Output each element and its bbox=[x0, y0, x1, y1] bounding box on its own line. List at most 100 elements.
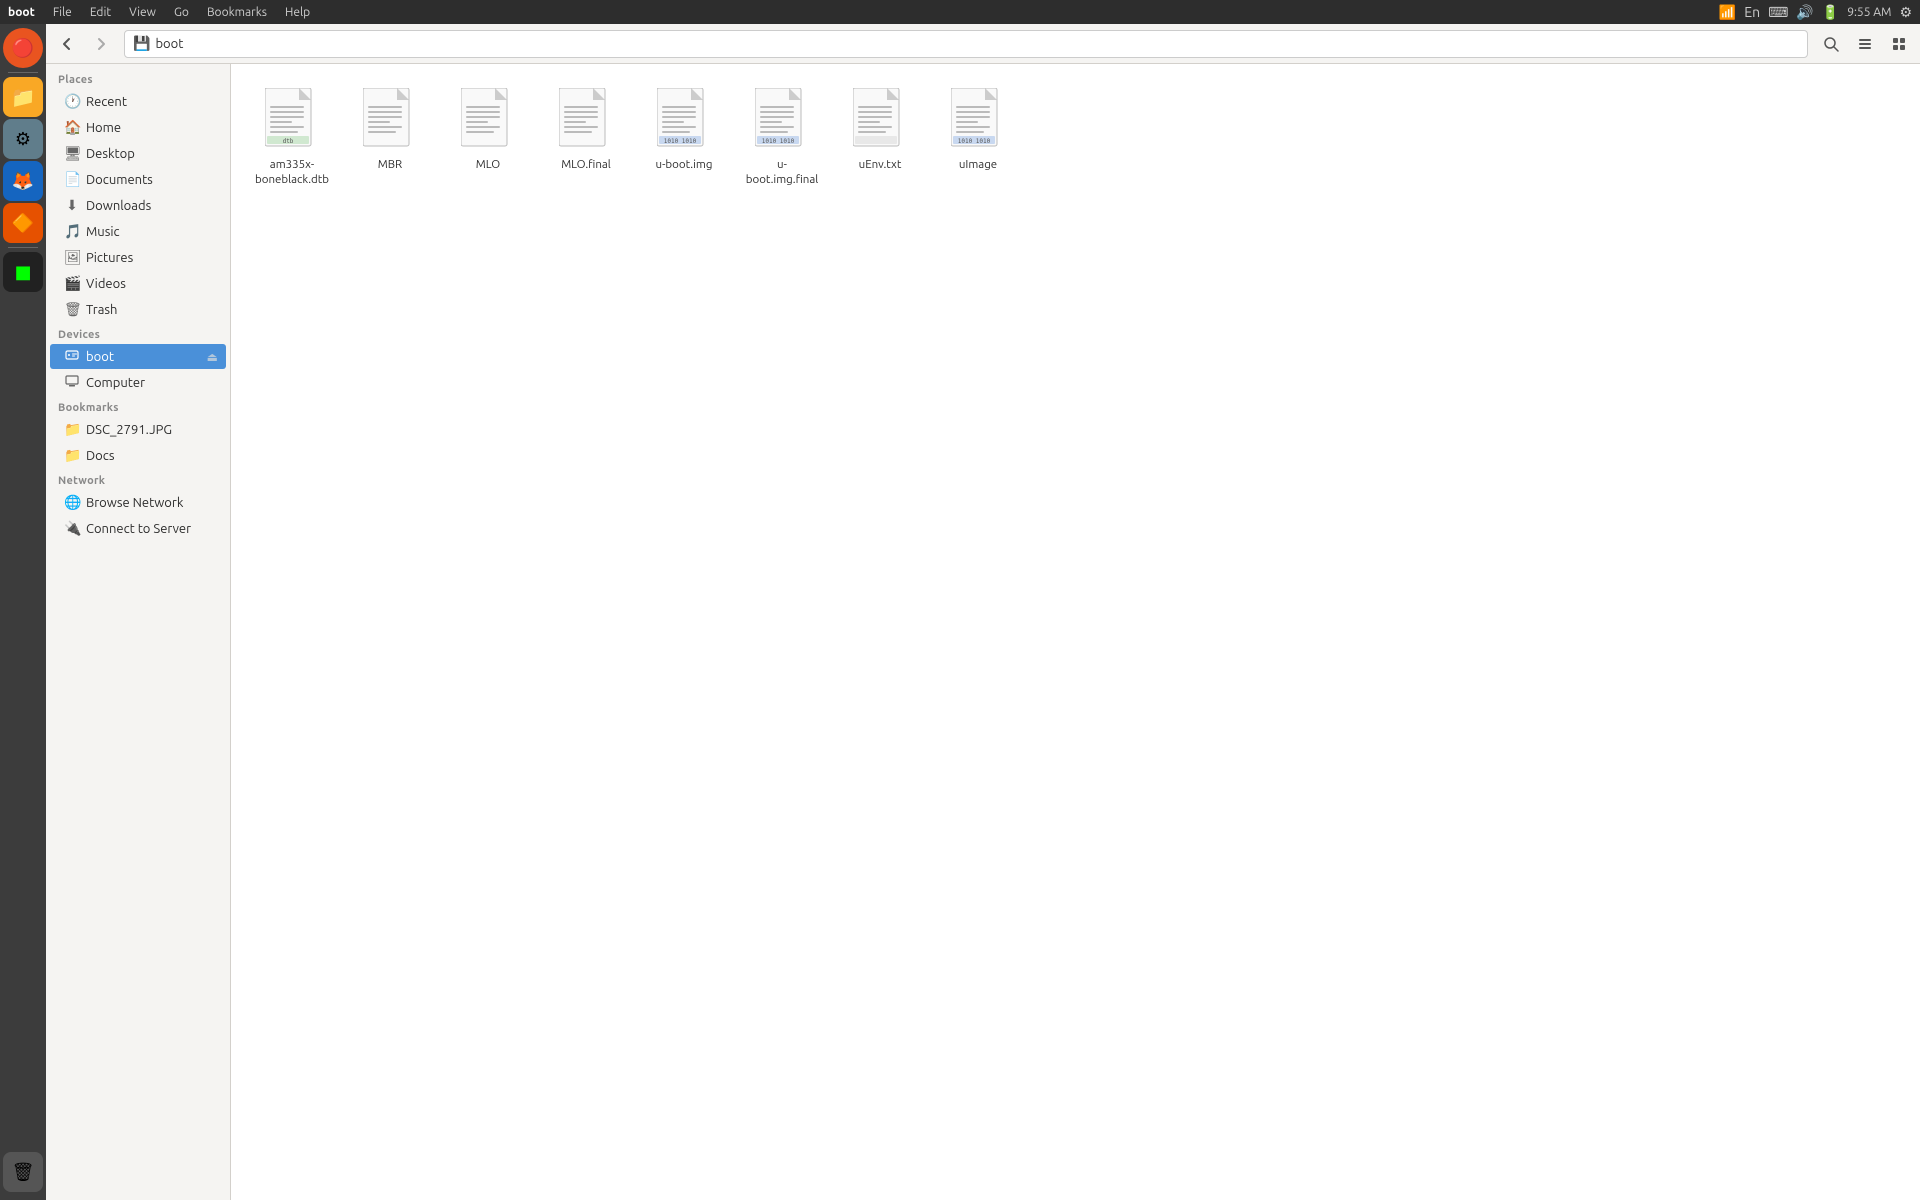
sidebar-item-connect-server[interactable]: 🔌 Connect to Server bbox=[50, 516, 226, 541]
keyboard-icon[interactable]: ⌨ bbox=[1768, 4, 1788, 21]
sidebar-label-videos: Videos bbox=[86, 277, 126, 291]
dock-separator bbox=[8, 72, 38, 73]
home-icon: 🏠 bbox=[64, 119, 80, 136]
file-icon-mbr bbox=[358, 88, 422, 152]
eject-icon[interactable]: ⏏ bbox=[207, 350, 218, 364]
dock-item-trash[interactable]: 🗑 bbox=[3, 1152, 43, 1192]
app-name: boot bbox=[8, 6, 35, 19]
menu-help[interactable]: Help bbox=[277, 4, 318, 21]
sidebar-label-desktop: Desktop bbox=[86, 147, 135, 161]
lang-indicator[interactable]: En bbox=[1744, 4, 1760, 20]
menu-file[interactable]: File bbox=[45, 4, 80, 21]
sidebar-item-boot[interactable]: boot ⏏ bbox=[50, 344, 226, 369]
sidebar-item-pictures[interactable]: 🖼 Pictures bbox=[50, 245, 226, 270]
sidebar-label-boot: boot bbox=[86, 350, 114, 364]
dock-item-files[interactable]: 📁 bbox=[3, 77, 43, 117]
location-text: boot bbox=[155, 37, 183, 51]
file-item-u-boot-img[interactable]: 1010 1010 u-boot.img bbox=[639, 80, 729, 196]
forward-button[interactable] bbox=[86, 29, 116, 59]
file-name-u-boot-img-final: u-boot.img.final bbox=[741, 158, 823, 188]
sidebar-item-music[interactable]: 🎵 Music bbox=[50, 219, 226, 244]
file-icon-u-boot-img: 1010 1010 bbox=[652, 88, 716, 152]
sidebar-item-downloads[interactable]: ⬇ Downloads bbox=[50, 193, 226, 218]
battery-icon[interactable]: 🔋 bbox=[1822, 4, 1839, 21]
view-menu-button[interactable] bbox=[1850, 29, 1880, 59]
sidebar-item-documents[interactable]: 📄 Documents bbox=[50, 167, 226, 192]
back-button[interactable] bbox=[52, 29, 82, 59]
file-item-uenv-txt[interactable]: uEnv.txt bbox=[835, 80, 925, 196]
file-item-am335x[interactable]: dtbam335x-boneblack.dtb bbox=[247, 80, 337, 196]
global-bar: boot File Edit View Go Bookmarks Help 📶 … bbox=[0, 0, 1920, 24]
file-icon-mlo bbox=[456, 88, 520, 152]
file-item-u-boot-img-final[interactable]: 1010 1010 u-boot.img.final bbox=[737, 80, 827, 196]
file-name-mbr: MBR bbox=[378, 158, 402, 173]
file-name-uenv-txt: uEnv.txt bbox=[859, 158, 902, 173]
desktop-icon: 🖥 bbox=[64, 145, 80, 162]
file-icon-uenv-txt bbox=[848, 88, 912, 152]
svg-text:1010 1010: 1010 1010 bbox=[762, 138, 795, 145]
file-item-mlo-final[interactable]: MLO.final bbox=[541, 80, 631, 196]
menu-edit[interactable]: Edit bbox=[82, 4, 119, 21]
downloads-icon: ⬇ bbox=[64, 197, 80, 214]
connect-server-icon: 🔌 bbox=[64, 520, 80, 537]
dsc2791-icon: 📁 bbox=[64, 421, 80, 438]
menu-view[interactable]: View bbox=[121, 4, 164, 21]
system-tray: 📶 En ⌨ 🔊 🔋 9:55 AM ⚙ bbox=[1719, 4, 1912, 21]
dock-item-vlc[interactable]: 🔶 bbox=[3, 203, 43, 243]
boot-drive-icon bbox=[64, 348, 80, 365]
file-item-mlo[interactable]: MLO bbox=[443, 80, 533, 196]
sidebar-item-dsc2791[interactable]: 📁 DSC_2791.JPG bbox=[50, 417, 226, 442]
file-item-uimage[interactable]: 1010 1010 uImage bbox=[933, 80, 1023, 196]
sidebar-item-desktop[interactable]: 🖥 Desktop bbox=[50, 141, 226, 166]
svg-text:1010 1010: 1010 1010 bbox=[664, 138, 697, 145]
dock-separator-2 bbox=[8, 247, 38, 248]
settings-icon[interactable]: ⚙ bbox=[1899, 4, 1912, 21]
sidebar-item-computer[interactable]: Computer bbox=[50, 370, 226, 395]
devices-header: Devices bbox=[46, 323, 230, 343]
dock-item-ubuntu[interactable]: 🔴 bbox=[3, 28, 43, 68]
location-drive-icon: 💾 bbox=[133, 35, 150, 52]
file-icon-u-boot-img-final: 1010 1010 bbox=[750, 88, 814, 152]
volume-icon[interactable]: 🔊 bbox=[1796, 4, 1813, 21]
sidebar-item-home[interactable]: 🏠 Home bbox=[50, 115, 226, 140]
documents-icon: 📄 bbox=[64, 171, 80, 188]
svg-text:1010 1010: 1010 1010 bbox=[958, 138, 991, 145]
dock-item-firefox[interactable]: 🦊 bbox=[3, 161, 43, 201]
computer-icon bbox=[64, 374, 80, 391]
menu-bookmarks[interactable]: Bookmarks bbox=[199, 4, 275, 21]
file-name-mlo: MLO bbox=[476, 158, 500, 173]
sidebar-label-pictures: Pictures bbox=[86, 251, 133, 265]
sidebar-label-documents: Documents bbox=[86, 173, 153, 187]
recent-icon: 🕐 bbox=[64, 93, 80, 110]
sidebar-item-docs[interactable]: 📁 Docs bbox=[50, 443, 226, 468]
sidebar-label-home: Home bbox=[86, 121, 121, 135]
file-icon-am335x: dtb bbox=[260, 88, 324, 152]
sidebar-item-videos[interactable]: 🎬 Videos bbox=[50, 271, 226, 296]
dock-item-terminal[interactable]: ■ bbox=[3, 252, 43, 292]
sidebar-label-dsc2791: DSC_2791.JPG bbox=[86, 423, 172, 437]
location-bar[interactable]: 💾 boot bbox=[124, 30, 1808, 58]
sidebar-item-trash[interactable]: 🗑 Trash bbox=[50, 297, 226, 322]
file-item-mbr[interactable]: MBR bbox=[345, 80, 435, 196]
sidebar-label-recent: Recent bbox=[86, 95, 127, 109]
svg-text:dtb: dtb bbox=[283, 138, 294, 145]
dock: 🔴 📁 ⚙ 🦊 🔶 ■ 🗑 bbox=[0, 24, 46, 1200]
bookmarks-header: Bookmarks bbox=[46, 396, 230, 416]
browse-network-icon: 🌐 bbox=[64, 494, 80, 511]
sidebar-item-browse-network[interactable]: 🌐 Browse Network bbox=[50, 490, 226, 515]
network-header: Network bbox=[46, 469, 230, 489]
trash-icon: 🗑 bbox=[64, 301, 80, 318]
sidebar-label-browse-network: Browse Network bbox=[86, 496, 183, 510]
file-name-u-boot-img: u-boot.img bbox=[656, 158, 713, 173]
search-button[interactable] bbox=[1816, 29, 1846, 59]
more-options-button[interactable] bbox=[1884, 29, 1914, 59]
sidebar-item-recent[interactable]: 🕐 Recent bbox=[50, 89, 226, 114]
menu-go[interactable]: Go bbox=[166, 4, 197, 21]
dock-item-settings[interactable]: ⚙ bbox=[3, 119, 43, 159]
sidebar-label-docs: Docs bbox=[86, 449, 114, 463]
wifi-icon[interactable]: 📶 bbox=[1719, 4, 1736, 21]
file-name-uimage: uImage bbox=[959, 158, 997, 173]
sidebar-label-trash: Trash bbox=[86, 303, 117, 317]
places-header: Places bbox=[46, 68, 230, 88]
videos-icon: 🎬 bbox=[64, 275, 80, 292]
